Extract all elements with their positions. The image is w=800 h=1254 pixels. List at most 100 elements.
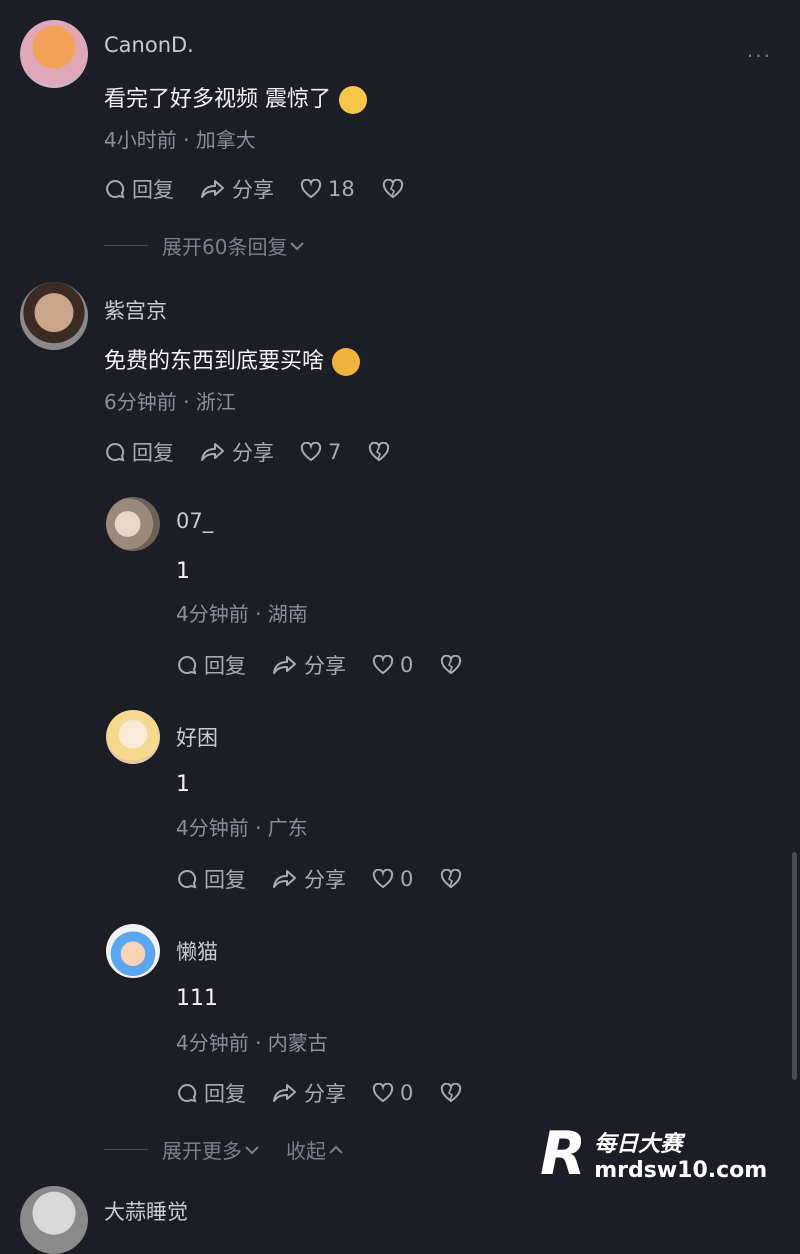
watermark-text: 每日大赛 mrdsw10.com: [594, 1126, 767, 1183]
share-button[interactable]: 分享: [200, 437, 274, 467]
reply-meta: 4分钟前 · 湖南: [176, 602, 308, 626]
avatar[interactable]: [20, 20, 88, 88]
reply-label: 回复: [204, 868, 246, 892]
reply-text: 1: [176, 559, 190, 584]
watermark: R 每日大赛 mrdsw10.com: [540, 1115, 790, 1193]
expand-replies-label: 展开60条回复: [162, 235, 288, 259]
dislike-button[interactable]: [367, 442, 397, 462]
reply-label: 回复: [204, 1082, 246, 1106]
reply-icon: [178, 869, 197, 889]
comment-author[interactable]: CanonD.: [104, 33, 194, 57]
expand-more-label: 展开更多: [162, 1139, 242, 1163]
like-button[interactable]: 0: [372, 653, 413, 677]
broken-heart-icon: [441, 1083, 462, 1103]
avatar[interactable]: [106, 924, 160, 978]
like-count: 0: [400, 1081, 414, 1105]
collapse-button[interactable]: 收起: [286, 1135, 344, 1164]
reply-label: 回复: [132, 178, 174, 202]
comment-author[interactable]: 紫宫京: [104, 295, 167, 325]
avatar[interactable]: [20, 1186, 88, 1254]
heart-icon: [372, 655, 394, 675]
share-label: 分享: [304, 868, 346, 892]
dislike-button[interactable]: [439, 1083, 469, 1103]
like-button[interactable]: 0: [372, 867, 413, 891]
reply-actions: 回复 分享 0: [176, 864, 495, 894]
broken-heart-icon: [382, 179, 403, 199]
expand-more-button[interactable]: 展开更多: [162, 1135, 260, 1164]
comment-text: 看完了好多视频 震惊了: [104, 81, 367, 114]
reply-actions: 回复 分享 0: [176, 1078, 495, 1108]
heart-icon: [300, 179, 322, 199]
reply-button[interactable]: 回复: [104, 174, 174, 204]
comment-actions: 回复 分享 18: [104, 174, 437, 204]
share-label: 分享: [232, 178, 274, 202]
comment-text-content: 看完了好多视频 震惊了: [104, 87, 331, 112]
reply-meta: 4分钟前 · 内蒙古: [176, 1031, 328, 1055]
reply-button[interactable]: 回复: [176, 1078, 246, 1108]
chevron-up-icon: [329, 1145, 343, 1154]
share-icon: [273, 656, 296, 674]
reply-icon: [178, 1083, 197, 1103]
like-count: 18: [328, 177, 355, 201]
broken-heart-icon: [441, 869, 462, 889]
chevron-down-icon: [245, 1145, 259, 1154]
dislike-button[interactable]: [439, 655, 469, 675]
broken-heart-icon: [441, 655, 462, 675]
reply-actions: 回复 分享 0: [176, 650, 495, 680]
share-icon: [273, 870, 296, 888]
share-icon: [273, 1084, 296, 1102]
comment-actions: 回复 分享 7: [104, 437, 423, 467]
like-button[interactable]: 18: [300, 177, 355, 201]
reply-label: 回复: [132, 441, 174, 465]
share-label: 分享: [232, 441, 274, 465]
like-button[interactable]: 0: [372, 1081, 413, 1105]
heart-icon: [300, 442, 322, 462]
expand-replies-button[interactable]: 展开60条回复: [104, 231, 305, 260]
share-button[interactable]: 分享: [272, 864, 346, 894]
share-button[interactable]: 分享: [200, 174, 274, 204]
reply-button[interactable]: 回复: [176, 650, 246, 680]
scrollbar[interactable]: [792, 852, 797, 1080]
reply-text: 1: [176, 772, 190, 797]
share-label: 分享: [304, 1082, 346, 1106]
reply-author[interactable]: 好困: [176, 722, 218, 752]
comment-meta: 6分钟前 · 浙江: [104, 390, 236, 414]
reply-meta: 4分钟前 · 广东: [176, 816, 308, 840]
watermark-title: 每日大赛: [594, 1131, 683, 1157]
reply-icon: [106, 442, 125, 462]
reply-icon: [106, 179, 125, 199]
heart-icon: [372, 869, 394, 889]
reply-text: 111: [176, 986, 218, 1011]
comment-text-content: 免费的东西到底要买啥: [104, 349, 325, 374]
emoji-icon: [332, 348, 361, 376]
chevron-down-icon: [290, 241, 305, 250]
comment-text: 免费的东西到底要买啥: [104, 343, 361, 376]
avatar[interactable]: [20, 282, 88, 350]
dislike-button[interactable]: [381, 179, 411, 199]
emoji-icon: [339, 86, 367, 114]
watermark-url: mrdsw10.com: [594, 1157, 768, 1183]
share-button[interactable]: 分享: [272, 1078, 346, 1108]
avatar[interactable]: [106, 710, 160, 764]
more-options-icon[interactable]: ···: [747, 44, 772, 68]
dislike-button[interactable]: [439, 869, 469, 889]
reply-author[interactable]: 懒猫: [176, 936, 218, 966]
share-button[interactable]: 分享: [272, 650, 346, 680]
divider-line: [104, 1149, 148, 1150]
reply-footer: 展开更多 收起: [104, 1135, 344, 1164]
reply-button[interactable]: 回复: [176, 864, 246, 894]
comment-author[interactable]: 大蒜睡觉: [104, 1196, 188, 1226]
share-icon: [201, 443, 224, 461]
like-button[interactable]: 7: [300, 440, 341, 464]
heart-icon: [372, 1083, 394, 1103]
like-count: 0: [400, 653, 414, 677]
reply-author[interactable]: 07_: [176, 509, 213, 533]
share-label: 分享: [304, 654, 346, 678]
collapse-label: 收起: [286, 1139, 326, 1163]
avatar[interactable]: [106, 497, 160, 551]
reply-label: 回复: [204, 654, 246, 678]
watermark-logo-icon: R: [540, 1119, 587, 1189]
comment-meta: 4小时前 · 加拿大: [104, 128, 256, 152]
broken-heart-icon: [369, 442, 390, 462]
reply-button[interactable]: 回复: [104, 437, 174, 467]
